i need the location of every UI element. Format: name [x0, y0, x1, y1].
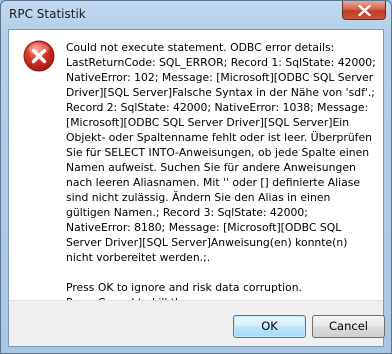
close-button[interactable]: [342, 1, 386, 20]
button-bar: OK Cancel: [9, 300, 385, 346]
cancel-button[interactable]: Cancel: [312, 315, 385, 338]
error-details-text: Could not execute statement. ODBC error …: [66, 41, 376, 264]
window-title: RPC Statistik: [9, 7, 86, 21]
message-dialog: RPC Statistik Could not execute statemen…: [0, 0, 392, 354]
title-bar[interactable]: RPC Statistik: [1, 1, 391, 29]
message-area: Could not execute statement. ODBC error …: [9, 30, 383, 309]
dialog-client-area: Could not execute statement. ODBC error …: [8, 29, 385, 347]
error-icon: [23, 40, 55, 72]
ok-button[interactable]: OK: [233, 315, 306, 338]
close-icon: [358, 5, 371, 16]
error-message: Could not execute statement. ODBC error …: [66, 40, 376, 310]
